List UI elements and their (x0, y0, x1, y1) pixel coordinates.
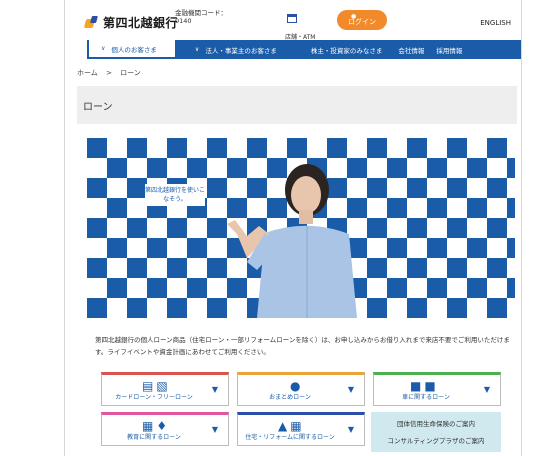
nav-investors[interactable]: 株主・投資家のみなさま (311, 45, 383, 55)
group-insurance-link[interactable]: 団体信用生命保険のご案内 (371, 418, 501, 428)
chevron-down-icon: ▼ (211, 385, 218, 394)
hero-banner[interactable]: 第四北越銀行を使いこなそう。 (87, 138, 515, 318)
chevron-down-icon: ∨ (194, 46, 200, 53)
building-icon (287, 14, 297, 23)
english-link[interactable]: ENGLISH (480, 19, 511, 27)
bank-code: 金融機関コード：0140 (175, 9, 227, 25)
global-nav: ∨ 個人のお客さま ∨ 法人・事業主のお客さま 株主・投資家のみなさま 会社情報… (87, 40, 521, 59)
chevron-down-icon: ▼ (211, 425, 218, 434)
house-icon: ▲▦ (278, 419, 305, 433)
hero-person-image (227, 164, 357, 318)
nav-personal[interactable]: ∨ 個人のお客さま (87, 40, 175, 59)
school-icon: ▦♦ (142, 419, 171, 433)
logo-mark-icon (85, 16, 99, 30)
card-label: 住宅・リフォームに関するローン (245, 434, 335, 441)
chevron-down-icon: ∨ (101, 45, 106, 52)
card-car-loan[interactable]: ■■ 車に関するローン ▼ (373, 372, 501, 406)
card-label: カードローン・フリーローン (115, 394, 193, 401)
page-frame: 第四北越銀行 金融機関コード：0140 店舗・ATM ● ログイン ENGLIS… (64, 0, 522, 456)
promo-links[interactable]: 団体信用生命保険のご案内 コンサルティングプラザのご案内 (371, 412, 501, 452)
page-title: ローン (77, 86, 517, 124)
breadcrumb: ホーム > ローン (77, 68, 147, 78)
card-housing-loan[interactable]: ▲▦ 住宅・リフォームに関するローン ▼ (237, 412, 365, 446)
card-education-loan[interactable]: ▦♦ 教育に関するローン ▼ (101, 412, 229, 446)
card-consolidation-loan[interactable]: ● おまとめローン ▼ (237, 372, 365, 406)
consulting-plaza-link[interactable]: コンサルティングプラザのご案内 (371, 435, 501, 445)
loan-description: 第四北越銀行の個人ローン商品（住宅ローン・一部リフォームローンを除く）は、お申し… (95, 336, 510, 356)
nav-recruit[interactable]: 採用情報 (436, 45, 462, 55)
breadcrumb-home[interactable]: ホーム (77, 69, 98, 77)
login-button[interactable]: ● ログイン (337, 10, 387, 30)
nav-company[interactable]: 会社情報 (398, 45, 424, 55)
nav-label: 法人・事業主のお客さま (205, 46, 277, 55)
money-bag-icon: ● (290, 379, 304, 393)
chevron-down-icon: ▼ (483, 385, 490, 394)
chevron-down-icon: ▼ (347, 425, 354, 434)
logo-text: 第四北越銀行 (103, 16, 179, 30)
bank-logo[interactable]: 第四北越銀行 (85, 14, 178, 31)
nav-business[interactable]: ∨ 法人・事業主のお客さま (195, 45, 277, 55)
card-label: おまとめローン (269, 394, 311, 401)
card-loan-card[interactable]: ▤▧ カードローン・フリーローン ▼ (101, 372, 229, 406)
card-label: 教育に関するローン (127, 434, 181, 441)
car-icon: ■■ (410, 379, 439, 393)
card-label: 車に関するローン (402, 394, 450, 401)
breadcrumb-current: ローン (120, 69, 141, 77)
breadcrumb-separator: > (106, 69, 112, 77)
card-icon: ▤▧ (142, 379, 171, 393)
site-header: 第四北越銀行 金融機関コード：0140 店舗・ATM ● ログイン ENGLIS… (65, 0, 521, 44)
nav-label: 個人のお客さま (111, 45, 157, 54)
branch-atm-link[interactable]: 店舗・ATM (285, 14, 315, 43)
lock-icon: ● (351, 13, 357, 20)
chevron-down-icon: ▼ (347, 385, 354, 394)
